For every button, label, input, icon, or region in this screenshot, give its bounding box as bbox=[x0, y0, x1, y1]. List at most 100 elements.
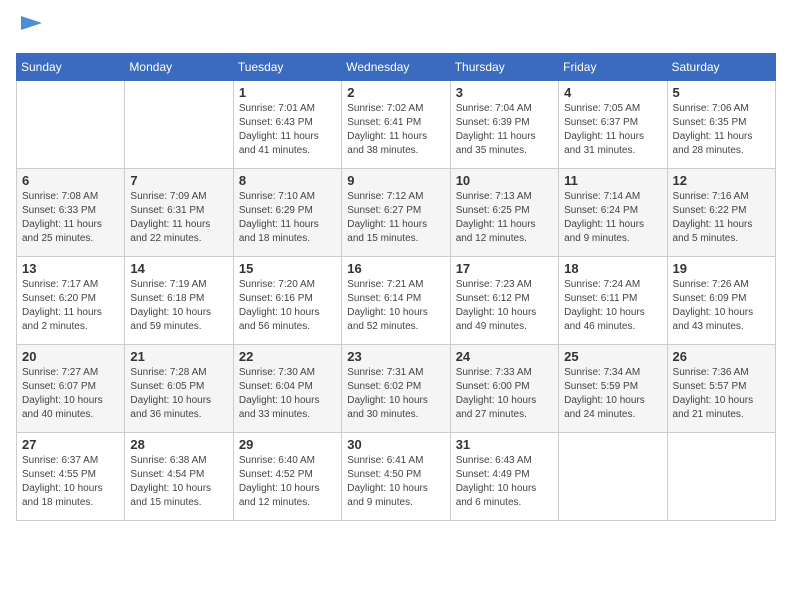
logo bbox=[16, 16, 42, 41]
day-number: 9 bbox=[347, 173, 444, 188]
day-info: Sunrise: 7:33 AM Sunset: 6:00 PM Dayligh… bbox=[456, 366, 553, 422]
day-header-sunday: Sunday bbox=[17, 54, 125, 81]
day-info: Sunrise: 7:14 AM Sunset: 6:24 PM Dayligh… bbox=[564, 190, 661, 246]
day-info: Sunrise: 7:09 AM Sunset: 6:31 PM Dayligh… bbox=[130, 190, 227, 246]
day-info: Sunrise: 7:30 AM Sunset: 6:04 PM Dayligh… bbox=[239, 366, 336, 422]
calendar-cell: 19 Sunrise: 7:26 AM Sunset: 6:09 PM Dayl… bbox=[667, 257, 775, 345]
calendar-header-row: SundayMondayTuesdayWednesdayThursdayFrid… bbox=[17, 54, 776, 81]
day-number: 29 bbox=[239, 437, 336, 452]
header bbox=[16, 16, 776, 41]
day-info: Sunrise: 6:40 AM Sunset: 4:52 PM Dayligh… bbox=[239, 454, 336, 510]
day-number: 7 bbox=[130, 173, 227, 188]
calendar-cell: 14 Sunrise: 7:19 AM Sunset: 6:18 PM Dayl… bbox=[125, 257, 233, 345]
logo-flag-icon bbox=[18, 16, 42, 36]
calendar-cell: 20 Sunrise: 7:27 AM Sunset: 6:07 PM Dayl… bbox=[17, 345, 125, 433]
day-number: 31 bbox=[456, 437, 553, 452]
calendar-cell: 2 Sunrise: 7:02 AM Sunset: 6:41 PM Dayli… bbox=[342, 81, 450, 169]
day-number: 22 bbox=[239, 349, 336, 364]
calendar-cell: 23 Sunrise: 7:31 AM Sunset: 6:02 PM Dayl… bbox=[342, 345, 450, 433]
day-number: 1 bbox=[239, 85, 336, 100]
day-info: Sunrise: 7:17 AM Sunset: 6:20 PM Dayligh… bbox=[22, 278, 119, 334]
calendar-cell: 8 Sunrise: 7:10 AM Sunset: 6:29 PM Dayli… bbox=[233, 169, 341, 257]
day-number: 13 bbox=[22, 261, 119, 276]
calendar-cell: 30 Sunrise: 6:41 AM Sunset: 4:50 PM Dayl… bbox=[342, 433, 450, 521]
calendar-cell: 24 Sunrise: 7:33 AM Sunset: 6:00 PM Dayl… bbox=[450, 345, 558, 433]
day-number: 24 bbox=[456, 349, 553, 364]
calendar-week-row: 13 Sunrise: 7:17 AM Sunset: 6:20 PM Dayl… bbox=[17, 257, 776, 345]
calendar-cell: 27 Sunrise: 6:37 AM Sunset: 4:55 PM Dayl… bbox=[17, 433, 125, 521]
calendar-table: SundayMondayTuesdayWednesdayThursdayFrid… bbox=[16, 53, 776, 521]
day-number: 8 bbox=[239, 173, 336, 188]
day-number: 3 bbox=[456, 85, 553, 100]
calendar-cell: 5 Sunrise: 7:06 AM Sunset: 6:35 PM Dayli… bbox=[667, 81, 775, 169]
day-number: 27 bbox=[22, 437, 119, 452]
calendar-cell: 7 Sunrise: 7:09 AM Sunset: 6:31 PM Dayli… bbox=[125, 169, 233, 257]
calendar-cell: 10 Sunrise: 7:13 AM Sunset: 6:25 PM Dayl… bbox=[450, 169, 558, 257]
day-info: Sunrise: 6:38 AM Sunset: 4:54 PM Dayligh… bbox=[130, 454, 227, 510]
day-header-tuesday: Tuesday bbox=[233, 54, 341, 81]
day-number: 16 bbox=[347, 261, 444, 276]
calendar-cell: 18 Sunrise: 7:24 AM Sunset: 6:11 PM Dayl… bbox=[559, 257, 667, 345]
day-info: Sunrise: 7:31 AM Sunset: 6:02 PM Dayligh… bbox=[347, 366, 444, 422]
calendar-cell bbox=[559, 433, 667, 521]
calendar-cell: 29 Sunrise: 6:40 AM Sunset: 4:52 PM Dayl… bbox=[233, 433, 341, 521]
calendar-cell: 15 Sunrise: 7:20 AM Sunset: 6:16 PM Dayl… bbox=[233, 257, 341, 345]
day-info: Sunrise: 6:43 AM Sunset: 4:49 PM Dayligh… bbox=[456, 454, 553, 510]
day-number: 2 bbox=[347, 85, 444, 100]
calendar-cell bbox=[125, 81, 233, 169]
day-number: 5 bbox=[673, 85, 770, 100]
calendar-cell: 25 Sunrise: 7:34 AM Sunset: 5:59 PM Dayl… bbox=[559, 345, 667, 433]
day-number: 17 bbox=[456, 261, 553, 276]
calendar-cell: 13 Sunrise: 7:17 AM Sunset: 6:20 PM Dayl… bbox=[17, 257, 125, 345]
day-number: 28 bbox=[130, 437, 227, 452]
day-number: 6 bbox=[22, 173, 119, 188]
day-number: 15 bbox=[239, 261, 336, 276]
calendar-week-row: 1 Sunrise: 7:01 AM Sunset: 6:43 PM Dayli… bbox=[17, 81, 776, 169]
calendar-cell: 1 Sunrise: 7:01 AM Sunset: 6:43 PM Dayli… bbox=[233, 81, 341, 169]
calendar-week-row: 20 Sunrise: 7:27 AM Sunset: 6:07 PM Dayl… bbox=[17, 345, 776, 433]
day-info: Sunrise: 7:28 AM Sunset: 6:05 PM Dayligh… bbox=[130, 366, 227, 422]
day-number: 4 bbox=[564, 85, 661, 100]
day-number: 26 bbox=[673, 349, 770, 364]
day-info: Sunrise: 7:13 AM Sunset: 6:25 PM Dayligh… bbox=[456, 190, 553, 246]
calendar-cell: 28 Sunrise: 6:38 AM Sunset: 4:54 PM Dayl… bbox=[125, 433, 233, 521]
day-info: Sunrise: 7:12 AM Sunset: 6:27 PM Dayligh… bbox=[347, 190, 444, 246]
day-info: Sunrise: 7:01 AM Sunset: 6:43 PM Dayligh… bbox=[239, 102, 336, 158]
day-header-wednesday: Wednesday bbox=[342, 54, 450, 81]
day-number: 10 bbox=[456, 173, 553, 188]
day-info: Sunrise: 7:19 AM Sunset: 6:18 PM Dayligh… bbox=[130, 278, 227, 334]
day-number: 19 bbox=[673, 261, 770, 276]
calendar-week-row: 6 Sunrise: 7:08 AM Sunset: 6:33 PM Dayli… bbox=[17, 169, 776, 257]
day-header-monday: Monday bbox=[125, 54, 233, 81]
calendar-cell: 22 Sunrise: 7:30 AM Sunset: 6:04 PM Dayl… bbox=[233, 345, 341, 433]
day-info: Sunrise: 7:08 AM Sunset: 6:33 PM Dayligh… bbox=[22, 190, 119, 246]
calendar-cell: 12 Sunrise: 7:16 AM Sunset: 6:22 PM Dayl… bbox=[667, 169, 775, 257]
day-info: Sunrise: 6:37 AM Sunset: 4:55 PM Dayligh… bbox=[22, 454, 119, 510]
day-info: Sunrise: 7:27 AM Sunset: 6:07 PM Dayligh… bbox=[22, 366, 119, 422]
day-header-saturday: Saturday bbox=[667, 54, 775, 81]
day-number: 11 bbox=[564, 173, 661, 188]
calendar-cell: 21 Sunrise: 7:28 AM Sunset: 6:05 PM Dayl… bbox=[125, 345, 233, 433]
day-number: 21 bbox=[130, 349, 227, 364]
day-info: Sunrise: 7:10 AM Sunset: 6:29 PM Dayligh… bbox=[239, 190, 336, 246]
calendar-cell bbox=[17, 81, 125, 169]
day-info: Sunrise: 7:36 AM Sunset: 5:57 PM Dayligh… bbox=[673, 366, 770, 422]
calendar-cell: 31 Sunrise: 6:43 AM Sunset: 4:49 PM Dayl… bbox=[450, 433, 558, 521]
calendar-cell: 9 Sunrise: 7:12 AM Sunset: 6:27 PM Dayli… bbox=[342, 169, 450, 257]
calendar-cell: 16 Sunrise: 7:21 AM Sunset: 6:14 PM Dayl… bbox=[342, 257, 450, 345]
day-info: Sunrise: 7:16 AM Sunset: 6:22 PM Dayligh… bbox=[673, 190, 770, 246]
calendar-cell: 3 Sunrise: 7:04 AM Sunset: 6:39 PM Dayli… bbox=[450, 81, 558, 169]
calendar-week-row: 27 Sunrise: 6:37 AM Sunset: 4:55 PM Dayl… bbox=[17, 433, 776, 521]
calendar-cell: 17 Sunrise: 7:23 AM Sunset: 6:12 PM Dayl… bbox=[450, 257, 558, 345]
day-header-thursday: Thursday bbox=[450, 54, 558, 81]
calendar-cell bbox=[667, 433, 775, 521]
calendar-cell: 6 Sunrise: 7:08 AM Sunset: 6:33 PM Dayli… bbox=[17, 169, 125, 257]
day-info: Sunrise: 7:02 AM Sunset: 6:41 PM Dayligh… bbox=[347, 102, 444, 158]
day-info: Sunrise: 7:24 AM Sunset: 6:11 PM Dayligh… bbox=[564, 278, 661, 334]
calendar-cell: 4 Sunrise: 7:05 AM Sunset: 6:37 PM Dayli… bbox=[559, 81, 667, 169]
day-info: Sunrise: 7:04 AM Sunset: 6:39 PM Dayligh… bbox=[456, 102, 553, 158]
day-info: Sunrise: 7:23 AM Sunset: 6:12 PM Dayligh… bbox=[456, 278, 553, 334]
day-info: Sunrise: 7:05 AM Sunset: 6:37 PM Dayligh… bbox=[564, 102, 661, 158]
day-number: 20 bbox=[22, 349, 119, 364]
day-number: 25 bbox=[564, 349, 661, 364]
